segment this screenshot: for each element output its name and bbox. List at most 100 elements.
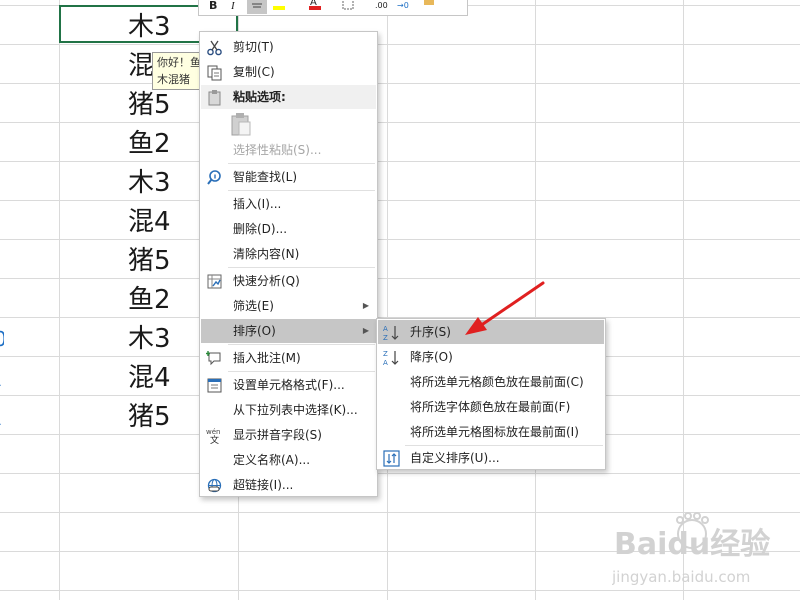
sort-descending-icon: Z A [383,350,399,366]
menu-item-label: 定义名称(A)... [233,453,311,467]
menu-item-sort-ascending[interactable]: A Z 升序(S) [378,320,604,344]
menu-section-label: 粘贴选项: [233,90,286,104]
italic-button[interactable]: I [231,0,235,15]
menu-item-label: 排序(O) [233,324,276,338]
svg-text:文: 文 [210,434,219,444]
menu-item-font-color-top[interactable]: 将所选字体颜色放在最前面(F) [378,395,604,419]
svg-text:A: A [383,359,388,366]
spreadsheet-grid[interactable]: 木3 混4 猪5 鱼2 木3 混4 猪5 鱼2 木3 混4 猪5 0 、 、 [0,0,800,600]
comment-icon [206,351,221,366]
phonetic-icon: wén 文 [206,428,220,444]
menu-item-label: 筛选(E) [233,299,274,313]
menu-item-label: 将所选字体颜色放在最前面(F) [410,400,571,414]
row-divider [0,83,800,84]
menu-item-smart-lookup[interactable]: 智能查找(L) [201,165,376,189]
menu-item-cell-icon-top[interactable]: 将所选单元格图标放在最前面(I) [378,420,604,444]
increase-decimal-button[interactable]: .00 [375,0,388,15]
cell-fragment: 0 [0,320,4,359]
menu-item-clear-contents[interactable]: 清除内容(N) [201,242,376,266]
borders-icon [342,0,354,10]
menu-item-label: 从下拉列表中选择(K)... [233,403,358,417]
fill-color-icon [273,6,285,10]
row-divider [0,473,800,474]
menu-item-label: 删除(D)... [233,222,288,236]
menu-item-label: 降序(O) [410,350,453,364]
menu-item-copy[interactable]: 复制(C) [201,60,376,84]
svg-text:wén: wén [206,428,220,436]
menu-item-insert-comment[interactable]: 插入批注(M) [201,346,376,370]
menu-item-label: 将所选单元格颜色放在最前面(C) [410,375,584,389]
paste-option-icon[interactable] [230,112,252,136]
svg-text:Z: Z [383,334,388,341]
mini-toolbar: B I A .00 →0 [198,0,468,16]
sort-ascending-icon: A Z [383,325,399,341]
menu-item-label: 清除内容(N) [233,247,300,261]
menu-separator [228,344,375,345]
menu-item-label: 插入(I)... [233,197,282,211]
cell-fragment: 、 [0,398,4,437]
format-painter-button[interactable] [421,0,437,11]
menu-item-label: 选择性粘贴(S)... [233,143,322,157]
menu-item-format-cells[interactable]: 设置单元格格式(F)... [201,373,376,397]
font-color-button[interactable]: A [307,0,323,11]
menu-item-filter[interactable]: 筛选(E) ▶ [201,294,376,318]
menu-item-label: 显示拼音字段(S) [233,428,322,442]
decrease-decimal-button[interactable]: →0 [397,0,409,15]
menu-item-label: 将所选单元格图标放在最前面(I) [410,425,579,439]
align-center-button[interactable] [247,0,267,14]
sort-submenu: A Z 升序(S) Z A 降序(O) 将所选单元格颜色放在最前面(C) 将所选… [376,318,606,470]
hyperlink-icon [207,478,222,493]
copy-icon [207,65,222,81]
column-divider [535,0,536,600]
column-divider [683,0,684,600]
menu-item-custom-sort[interactable]: 自定义排序(U)... [378,446,604,470]
menu-item-cut[interactable]: 剪切(T) [201,35,376,59]
menu-separator [228,163,375,164]
svg-text:Z: Z [383,350,388,358]
menu-item-hyperlink[interactable]: 超链接(I)... [201,473,376,497]
menu-item-label: 自定义排序(U)... [410,451,500,465]
bold-button[interactable]: B [209,0,217,15]
row-divider [0,161,800,162]
row-divider [0,278,800,279]
menu-item-insert[interactable]: 插入(I)... [201,192,376,216]
column-divider [387,0,388,600]
menu-item-quick-analysis[interactable]: 快速分析(Q) [201,269,376,293]
menu-item-label: 升序(S) [410,325,451,339]
menu-item-delete[interactable]: 删除(D)... [201,217,376,241]
menu-item-label: 超链接(I)... [233,478,294,492]
chevron-right-icon: ▶ [362,301,369,310]
format-painter-icon [424,0,434,5]
menu-separator [228,371,375,372]
row-divider [0,200,800,201]
scissors-icon [207,40,222,56]
menu-item-cell-color-top[interactable]: 将所选单元格颜色放在最前面(C) [378,370,604,394]
row-divider [0,590,800,591]
smart-lookup-icon [207,170,221,185]
menu-item-define-name[interactable]: 定义名称(A)... [201,448,376,472]
align-center-icon [252,3,262,8]
cell-fragment: 、 [0,359,4,398]
menu-item-paste-special[interactable]: 选择性粘贴(S)... [201,138,376,162]
menu-item-show-phonetic[interactable]: wén 文 显示拼音字段(S) [201,423,376,447]
menu-section-paste-options: 粘贴选项: [201,85,376,109]
menu-item-label: 插入批注(M) [233,351,301,365]
svg-text:A: A [383,325,388,333]
menu-item-label: 智能查找(L) [233,170,298,184]
chevron-right-icon: ▶ [362,326,369,335]
fill-color-button[interactable] [271,0,287,11]
menu-item-label: 复制(C) [233,65,275,79]
borders-button[interactable] [341,0,357,11]
menu-item-pick-from-list[interactable]: 从下拉列表中选择(K)... [201,398,376,422]
font-color-icon: A [309,0,321,10]
row-divider [0,551,800,552]
menu-item-label: 剪切(T) [233,40,274,54]
menu-separator [228,267,375,268]
menu-item-label: 快速分析(Q) [233,274,300,288]
menu-item-sort-descending[interactable]: Z A 降序(O) [378,345,604,369]
context-menu: 剪切(T) 复制(C) 粘贴选项: 选择性粘贴(S)... 智能查找(L) 插入… [199,31,378,497]
row-divider [0,239,800,240]
custom-sort-icon [383,450,400,467]
menu-item-sort[interactable]: 排序(O) ▶ [201,319,376,343]
paste-icon [208,90,221,106]
